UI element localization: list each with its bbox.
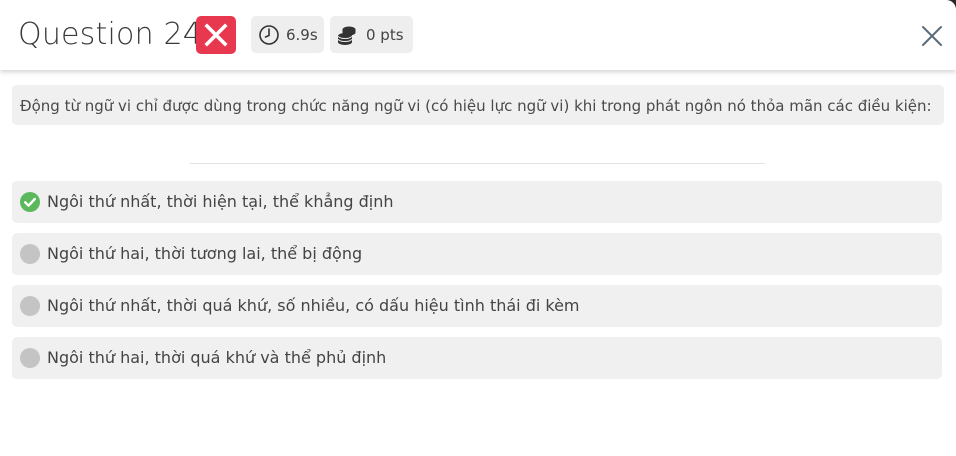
points-chip: 0 pts bbox=[330, 16, 413, 53]
time-value: 6.9s bbox=[286, 26, 318, 44]
divider bbox=[190, 163, 765, 164]
question-review-modal: Question 24 6.9s 0 pts Động từ ngữ vi ch… bbox=[0, 0, 956, 456]
circle-icon bbox=[20, 244, 40, 264]
x-mark-icon bbox=[204, 23, 228, 47]
check-circle-icon bbox=[20, 192, 40, 212]
points-value: 0 pts bbox=[366, 26, 404, 44]
question-text-box: Động từ ngữ vi chỉ được dùng trong chức … bbox=[12, 85, 944, 125]
answer-option-label: Ngôi thứ hai, thời tương lai, thể bị độn… bbox=[47, 244, 363, 263]
question-title: Question 24 bbox=[18, 17, 203, 52]
clock-icon bbox=[259, 25, 279, 45]
circle-icon bbox=[20, 296, 40, 316]
answer-option-3[interactable]: Ngôi thứ nhất, thời quá khứ, số nhiều, c… bbox=[12, 285, 942, 327]
coins-icon bbox=[337, 26, 356, 45]
close-icon[interactable] bbox=[916, 20, 948, 52]
answer-option-label: Ngôi thứ nhất, thời hiện tại, thể khẳng … bbox=[47, 192, 394, 211]
answer-option-4[interactable]: Ngôi thứ hai, thời quá khứ và thể phủ đị… bbox=[12, 337, 942, 379]
circle-icon bbox=[20, 348, 40, 368]
answer-option-1[interactable]: Ngôi thứ nhất, thời hiện tại, thể khẳng … bbox=[12, 181, 942, 223]
time-chip: 6.9s bbox=[251, 16, 324, 53]
close-button[interactable] bbox=[916, 20, 948, 52]
answer-option-label: Ngôi thứ nhất, thời quá khứ, số nhiều, c… bbox=[47, 296, 580, 315]
question-text: Động từ ngữ vi chỉ được dùng trong chức … bbox=[20, 97, 932, 115]
modal-header: Question 24 6.9s 0 pts bbox=[0, 0, 956, 70]
incorrect-badge bbox=[196, 16, 236, 54]
answer-option-2[interactable]: Ngôi thứ hai, thời tương lai, thể bị độn… bbox=[12, 233, 942, 275]
answer-option-label: Ngôi thứ hai, thời quá khứ và thể phủ đị… bbox=[47, 348, 387, 367]
